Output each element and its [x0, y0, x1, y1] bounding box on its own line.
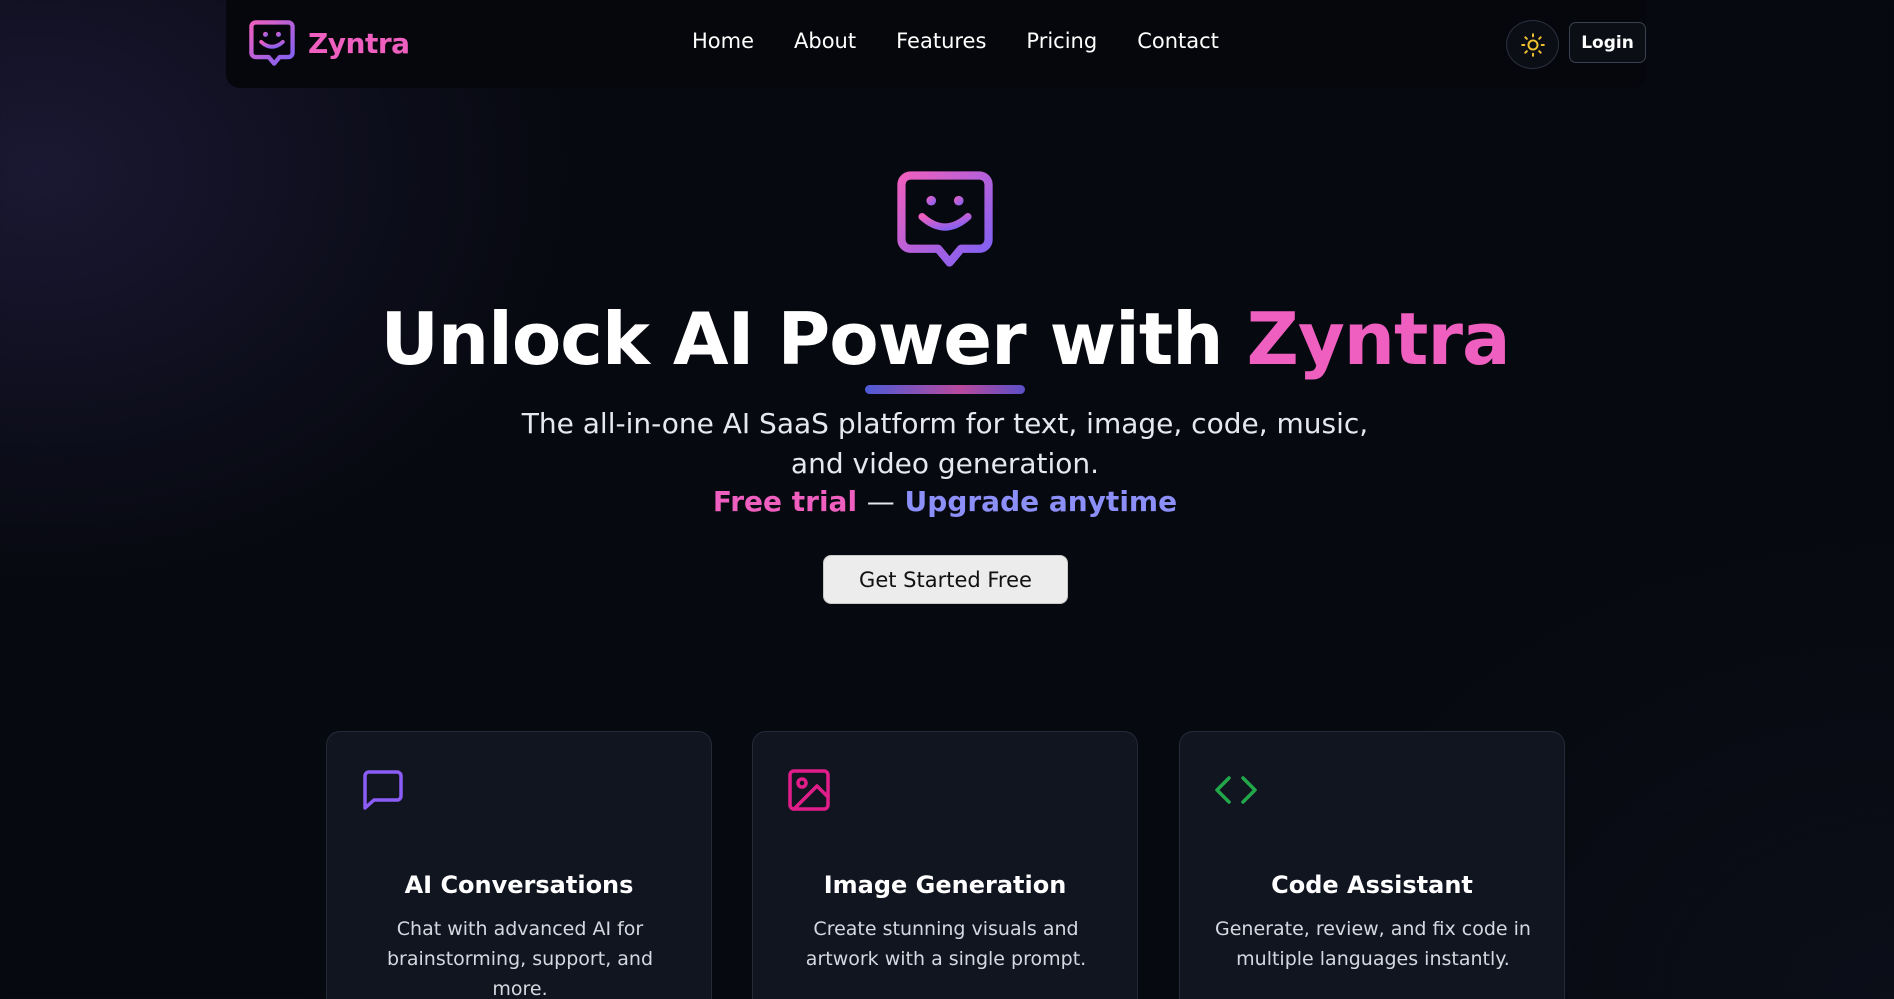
nav-link-home[interactable]: Home: [692, 29, 754, 53]
tagline-free-trial: Free trial: [712, 485, 858, 518]
navbar: Zyntra Home About Features Pricing Conta…: [226, 0, 1646, 88]
login-button[interactable]: Login: [1569, 22, 1646, 63]
feature-title: Image Generation: [823, 871, 1067, 899]
hero-subtitle: The all-in-one AI SaaS platform for text…: [521, 407, 1369, 480]
brand-name: Zyntra: [308, 26, 410, 60]
nav-link-pricing[interactable]: Pricing: [1026, 29, 1097, 53]
hero-title: Unlock AI Power with Zyntra: [0, 294, 1890, 384]
nav-link-about[interactable]: About: [794, 29, 856, 53]
feature-description: Generate, review, and fix code in multip…: [1215, 918, 1531, 970]
feature-description: Create stunning visuals and artwork with…: [805, 918, 1087, 970]
nav-link-features[interactable]: Features: [896, 29, 986, 53]
get-started-button[interactable]: Get Started Free: [823, 555, 1068, 604]
chat-bubble-icon: [359, 766, 407, 814]
feature-card-ai-conversations: AI Conversations Chat with advanced AI f…: [326, 731, 712, 999]
feature-card-image-generation: Image Generation Create stunning visuals…: [752, 731, 1138, 999]
image-icon: [785, 766, 833, 814]
hero-tagline: Free trial — Upgrade anytime: [0, 482, 1890, 522]
code-brackets-icon: [1212, 766, 1260, 814]
tagline-upgrade: Upgrade anytime: [904, 485, 1178, 518]
nav-link-contact[interactable]: Contact: [1137, 29, 1219, 53]
tagline-separator: —: [866, 485, 895, 518]
hero-title-accent: Zyntra: [1246, 297, 1511, 381]
hero-title-main: Unlock AI Power with: [380, 297, 1223, 381]
smiley-chat-icon: [249, 20, 295, 66]
main-nav: Home About Features Pricing Contact: [692, 29, 1219, 53]
brand-logo-link[interactable]: Zyntra: [246, 17, 410, 69]
feature-title: Code Assistant: [1271, 871, 1473, 899]
feature-title: AI Conversations: [404, 871, 634, 899]
theme-toggle-button[interactable]: [1506, 20, 1559, 69]
feature-description: Chat with advanced AI for brainstorming,…: [386, 918, 654, 999]
title-underline-decoration: [865, 385, 1025, 394]
feature-card-code-assistant: Code Assistant Generate, review, and fix…: [1179, 731, 1565, 999]
hero-smiley-chat-icon: [897, 171, 993, 267]
sun-icon: [1520, 32, 1545, 57]
